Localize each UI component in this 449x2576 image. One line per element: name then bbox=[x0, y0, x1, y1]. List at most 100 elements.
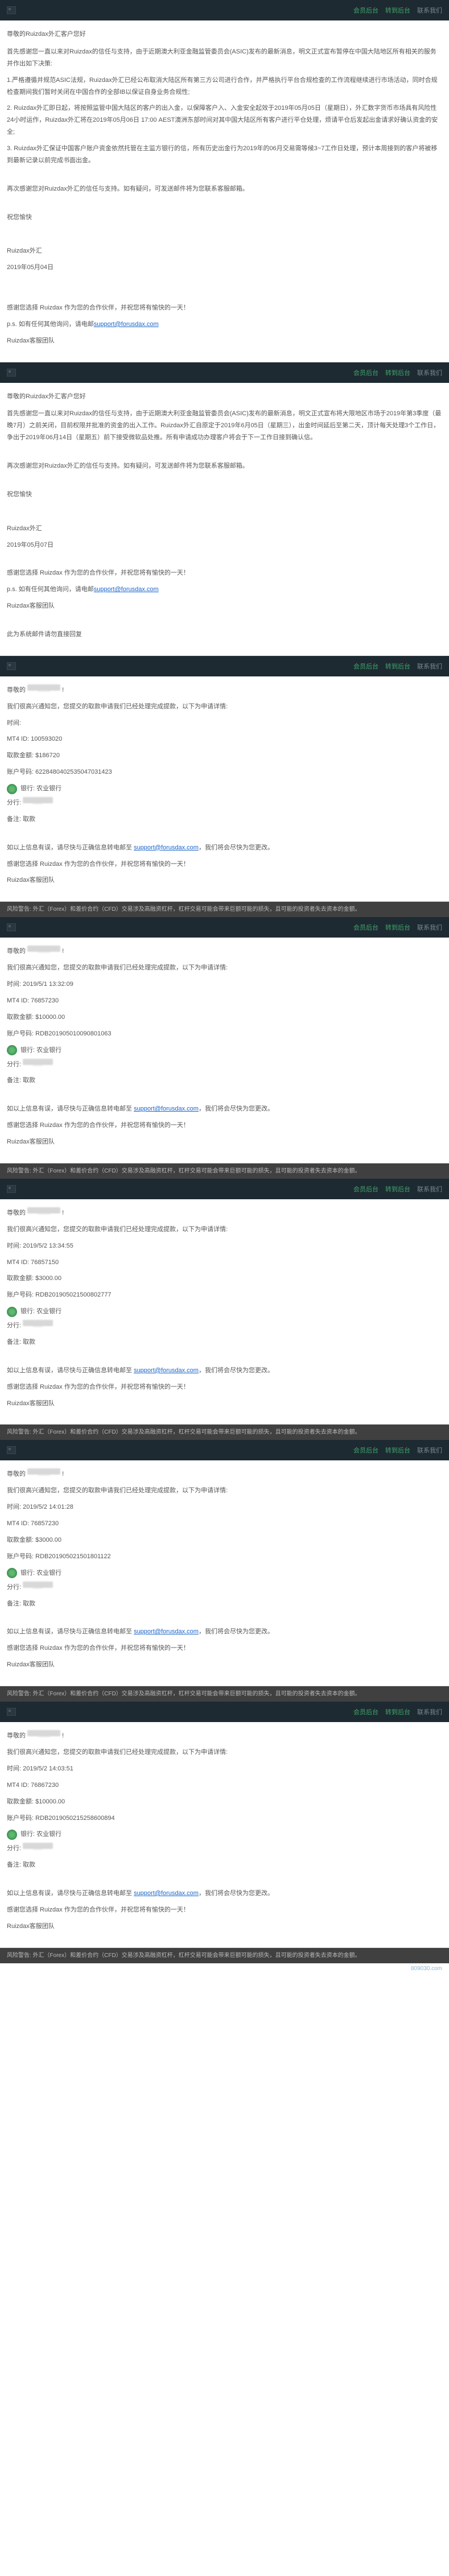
nav-backend[interactable]: 转到后台 bbox=[385, 1184, 410, 1194]
ps-line-pre: 感谢您选择 Ruizdax 作为您的合作伙伴，并祝您将有愉快的一天！ bbox=[7, 567, 442, 579]
signature: Ruizdax外汇 bbox=[7, 245, 442, 257]
bank-row: 银行: 农业银行 bbox=[7, 1045, 442, 1056]
nav-contact[interactable]: 联系我们 bbox=[417, 1184, 442, 1194]
signature: Ruizdax外汇 bbox=[7, 523, 442, 535]
nav-links: 会员后台 转到后台 联系我们 bbox=[353, 368, 442, 377]
amount-row: 取款金额: $10000.00 bbox=[7, 1796, 442, 1808]
announcement-2: 尊敬的Ruizdax外汇客户您好 首先感谢您一直以来对Ruizdax的信任与支持… bbox=[0, 383, 449, 656]
withdrawal-notice-4: 尊敬的 xxxx ! 我们很高兴通知您，您提交的取款申请我们已经处理完成提款，以… bbox=[0, 1460, 449, 1686]
nav-links: 会员后台 转到后台 联系我们 bbox=[353, 6, 442, 15]
branch-row: 分行: xxx bbox=[7, 1582, 442, 1594]
ps-line: p.s. 如有任何其他询问，请电邮support@forusdax.com bbox=[7, 319, 442, 331]
nav-backend[interactable]: 转到后台 bbox=[385, 923, 410, 932]
greeting: 尊敬的Ruizdax外汇客户您好 bbox=[7, 391, 442, 403]
nav-member[interactable]: 会员后台 bbox=[353, 6, 378, 15]
date: 2019年05月04日 bbox=[7, 262, 442, 274]
redacted-branch: xxx bbox=[23, 1843, 53, 1849]
redacted-branch: xxx bbox=[23, 1320, 53, 1326]
bank-row: 银行: 农业银行 bbox=[7, 1306, 442, 1318]
nav-backend[interactable]: 转到后台 bbox=[385, 1446, 410, 1455]
support-email-link[interactable]: support@forusdax.com bbox=[134, 1890, 199, 1897]
no-reply-note: 此为系统邮件请勿直接回复 bbox=[7, 629, 442, 641]
redacted-name: xxxx bbox=[27, 684, 60, 691]
thanks-line: 感谢您选择 Ruizdax 作为您的合作伙伴，并祝您将有愉快的一天！ bbox=[7, 1381, 442, 1393]
header-bar: 会员后台转到后台联系我们 bbox=[0, 1179, 449, 1199]
mt4-row: MT4 ID: 76857230 bbox=[7, 995, 442, 1007]
nav-contact[interactable]: 联系我们 bbox=[417, 923, 442, 932]
broken-image-icon bbox=[7, 6, 16, 14]
nav-member[interactable]: 会员后台 bbox=[353, 368, 378, 377]
bank-icon bbox=[7, 1830, 17, 1840]
thanks: 祝您愉快 bbox=[7, 489, 442, 501]
account-row: 账户号码: RDB2019050215258600894 bbox=[7, 1813, 442, 1824]
closing-text: 再次感谢您对Ruizdax外汇的信任与支持。如有疑问，可发送邮件将为您联系客服邮… bbox=[7, 460, 442, 472]
time-row: 时间: 2019/5/2 13:34:55 bbox=[7, 1240, 442, 1252]
branch-row: 分行: xxx bbox=[7, 797, 442, 809]
bank-icon bbox=[7, 1307, 17, 1317]
withdrawal-notice-2: 尊敬的 xxxx ! 我们很高兴通知您，您提交的取款申请我们已经处理完成提款，以… bbox=[0, 938, 449, 1163]
header-bar: 会员后台 转到后台 联系我们 bbox=[0, 0, 449, 20]
mt4-row: MT4 ID: 76857150 bbox=[7, 1257, 442, 1269]
header-bar: 会员后台转到后台联系我们 bbox=[0, 1702, 449, 1722]
nav-contact[interactable]: 联系我们 bbox=[417, 662, 442, 671]
nav-member[interactable]: 会员后台 bbox=[353, 923, 378, 932]
header-bar: 会员后台 转到后台 联系我们 bbox=[0, 362, 449, 383]
nav-backend[interactable]: 转到后台 bbox=[385, 368, 410, 377]
remark-row: 备注: 取款 bbox=[7, 1598, 442, 1610]
contact-note: 如以上信息有误，请尽快与正确信息转电邮至 support@forusdax.co… bbox=[7, 1626, 442, 1638]
branch-row: 分行: xxx bbox=[7, 1059, 442, 1071]
nav-contact[interactable]: 联系我们 bbox=[417, 6, 442, 15]
nav-backend[interactable]: 转到后台 bbox=[385, 662, 410, 671]
support-email-link[interactable]: support@forusdax.com bbox=[134, 1367, 199, 1374]
account-row: 账户号码: RDB201905021501801122 bbox=[7, 1551, 442, 1563]
remark-row: 备注: 取款 bbox=[7, 814, 442, 825]
risk-warning: 风险警告: 外汇（Forex）和差价合约（CFD）交易涉及高融资杠杆，杠杆交易可… bbox=[0, 1163, 449, 1179]
team: Ruizdax客服团队 bbox=[7, 1136, 442, 1148]
nav-member[interactable]: 会员后台 bbox=[353, 1184, 378, 1194]
support-email-link[interactable]: support@forusdax.com bbox=[94, 586, 159, 593]
date: 2019年05月07日 bbox=[7, 539, 442, 551]
risk-warning: 风险警告: 外汇（Forex）和差价合约（CFD）交易涉及高融资杠杆，杠杆交易可… bbox=[0, 1948, 449, 1963]
nav-member[interactable]: 会员后台 bbox=[353, 1446, 378, 1455]
withdrawal-notice-1: 尊敬的 xxxx ! ! 我们很高兴通知您，您提交的取款申请我们已经处理完成提款… bbox=[0, 676, 449, 902]
support-email-link[interactable]: support@forusdax.com bbox=[134, 844, 199, 851]
thanks: 祝您愉快 bbox=[7, 212, 442, 224]
nav-contact[interactable]: 联系我们 bbox=[417, 1446, 442, 1455]
mt4-row: MT4 ID: 76857230 bbox=[7, 1518, 442, 1530]
contact-note: 如以上信息有误，请尽快与正确信息转电邮至 support@forusdax.co… bbox=[7, 1103, 442, 1115]
redacted-name: xxxx bbox=[27, 1207, 60, 1213]
bank-icon bbox=[7, 784, 17, 794]
team: Ruizdax客服团队 bbox=[7, 1398, 442, 1410]
broken-image-icon bbox=[7, 1446, 16, 1454]
branch-row: 分行: xxx bbox=[7, 1320, 442, 1332]
time-row: 时间: 2019/5/2 14:03:51 bbox=[7, 1763, 442, 1775]
risk-warning: 风险警告: 外汇（Forex）和差价合约（CFD）交易涉及高融资杠杆，杠杆交易可… bbox=[0, 902, 449, 917]
nav-contact[interactable]: 联系我们 bbox=[417, 368, 442, 377]
account-row: 账户号码: RDB201905021500802777 bbox=[7, 1289, 442, 1301]
risk-warning: 风险警告: 外汇（Forex）和差价合约（CFD）交易涉及高融资杠杆，杠杆交易可… bbox=[0, 1425, 449, 1440]
remark-row: 备注: 取款 bbox=[7, 1336, 442, 1348]
account-row: 账户号码: RDB201905010090801063 bbox=[7, 1028, 442, 1040]
amount-row: 取款金额: $10000.00 bbox=[7, 1012, 442, 1023]
withdrawal-notice-3: 尊敬的 xxxx ! 我们很高兴通知您，您提交的取款申请我们已经处理完成提款，以… bbox=[0, 1199, 449, 1425]
support-email-link[interactable]: support@forusdax.com bbox=[134, 1105, 199, 1112]
broken-image-icon bbox=[7, 662, 16, 670]
nav-contact[interactable]: 联系我们 bbox=[417, 1707, 442, 1716]
ps-line: p.s. 如有任何其他询问，请电邮support@forusdax.com bbox=[7, 584, 442, 596]
support-email-link[interactable]: support@forusdax.com bbox=[134, 1628, 199, 1635]
time-row: 时间: 2019/5/1 13:32:09 bbox=[7, 979, 442, 990]
mt4-row: MT4 ID: 76867230 bbox=[7, 1780, 442, 1791]
risk-warning: 风险警告: 外汇（Forex）和差价合约（CFD）交易涉及高融资杠杆，杠杆交易可… bbox=[0, 1686, 449, 1702]
support-email-link[interactable]: support@forusdax.com bbox=[94, 321, 159, 328]
nav-member[interactable]: 会员后台 bbox=[353, 1707, 378, 1716]
nav-member[interactable]: 会员后台 bbox=[353, 662, 378, 671]
redacted-name: xxxx bbox=[27, 1468, 60, 1475]
nav-backend[interactable]: 转到后台 bbox=[385, 6, 410, 15]
time-row: 时间: 2019/5/2 14:01:28 bbox=[7, 1501, 442, 1513]
header-bar: 会员后台转到后台联系我们 bbox=[0, 656, 449, 676]
withdrawal-notice-5: 尊敬的 xxxx ! 我们很高兴通知您，您提交的取款申请我们已经处理完成提款，以… bbox=[0, 1722, 449, 1948]
point-3: 3. Ruizdax外汇保证中国客户账户资金依然托管在主监方银行的信，所有历史出… bbox=[7, 143, 442, 167]
nav-backend[interactable]: 转到后台 bbox=[385, 1707, 410, 1716]
bank-icon bbox=[7, 1568, 17, 1578]
redacted-name: xxxx bbox=[27, 946, 60, 952]
